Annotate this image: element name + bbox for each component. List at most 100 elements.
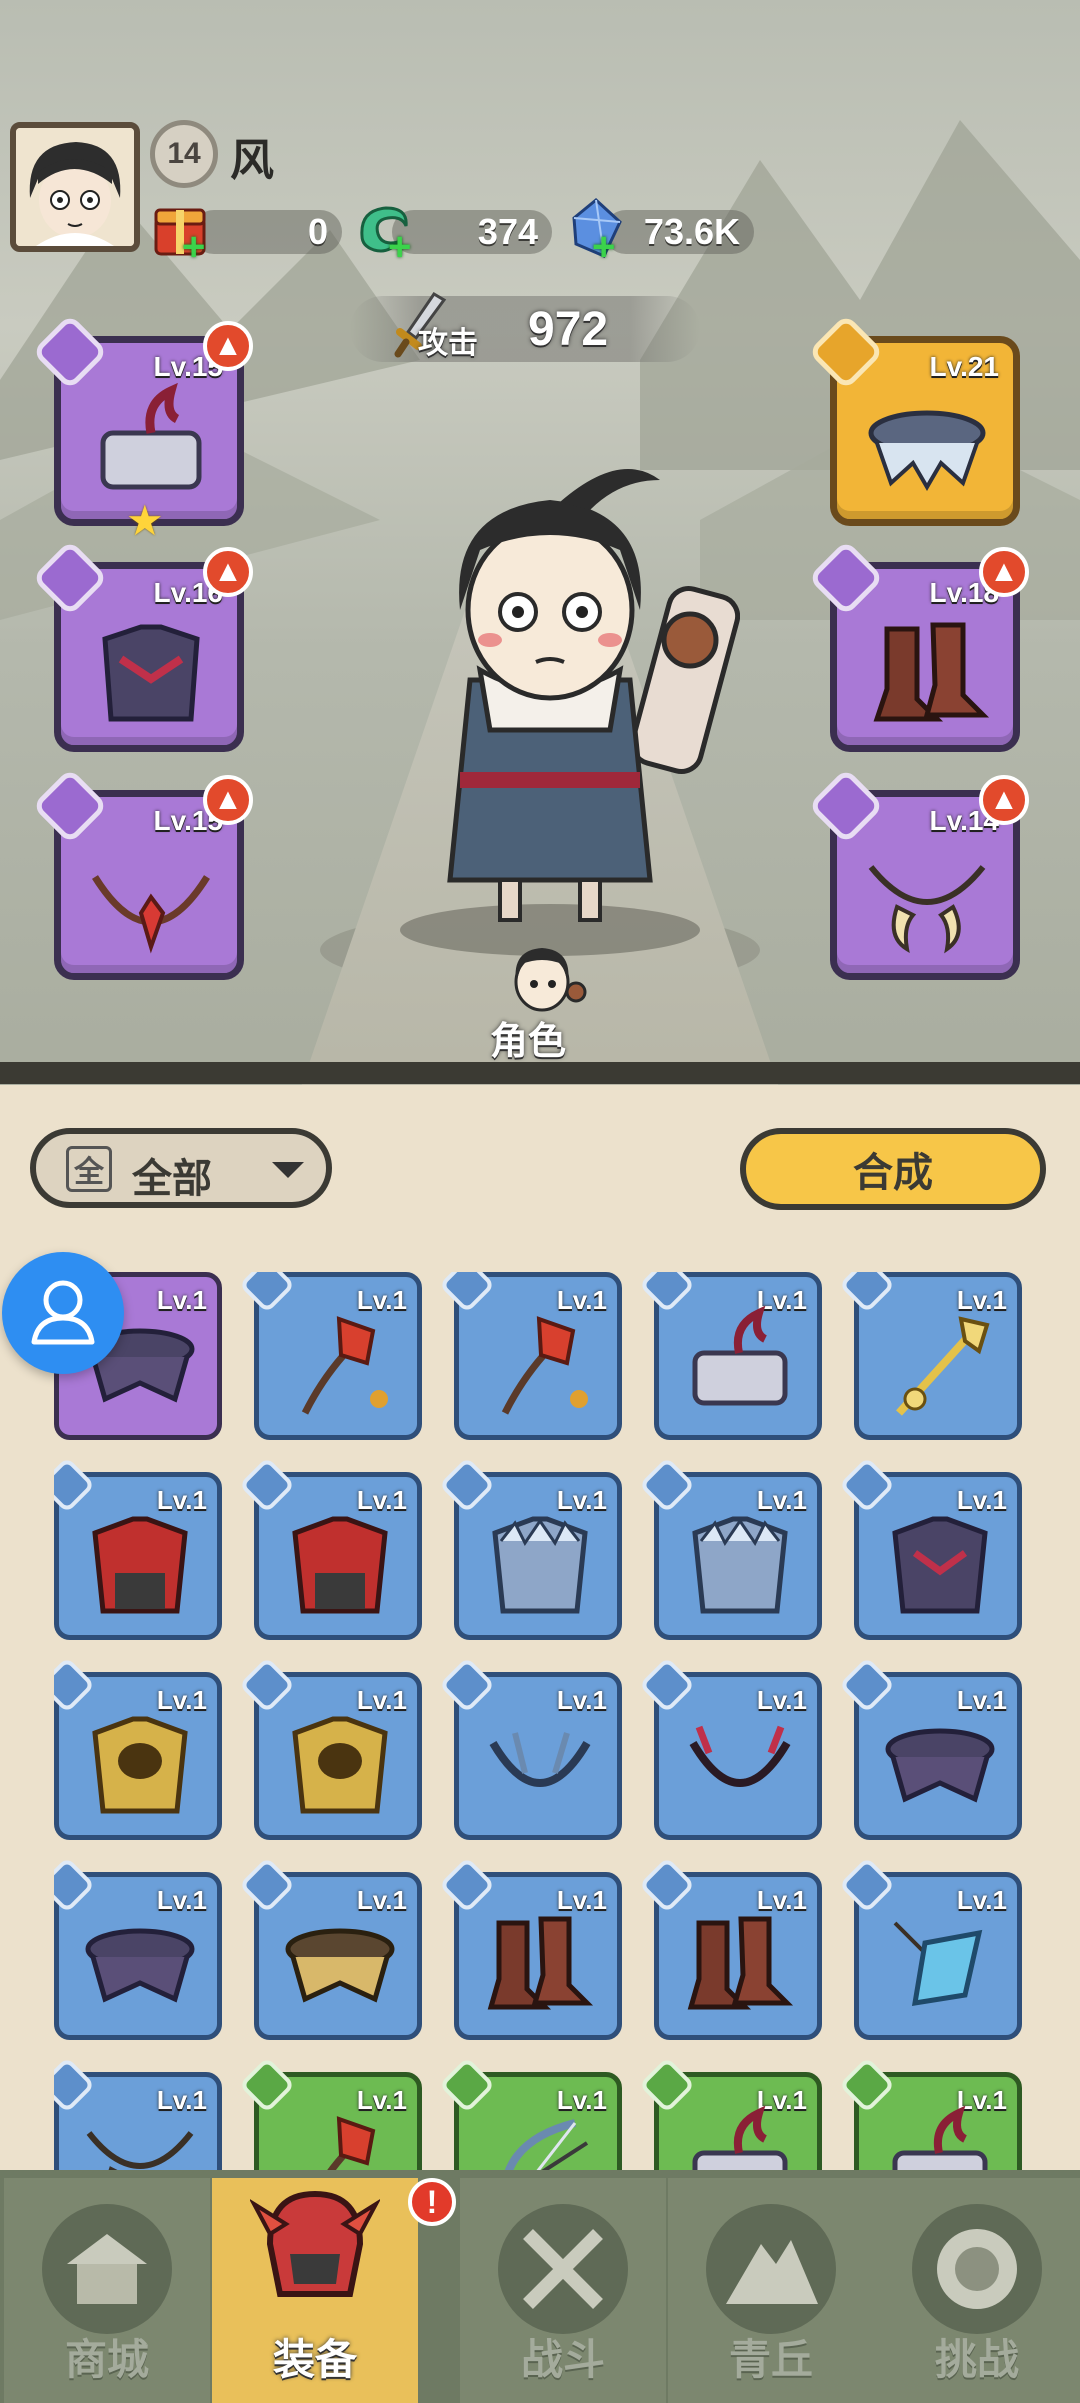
inventory-item[interactable]: Lv.1	[238, 1656, 422, 1840]
nav-qingqiu[interactable]: 青丘	[668, 2178, 874, 2403]
nav-shop[interactable]: 商城	[4, 2178, 210, 2403]
mountain-icon	[706, 2204, 836, 2334]
upgrade-arrow-icon: ▲	[203, 775, 253, 825]
equip-slot-boots[interactable]: Lv.18 ▲	[807, 539, 1029, 752]
nav-label: 挑战	[934, 2336, 1019, 2383]
inventory-item[interactable]: Lv.1	[838, 2056, 1022, 2172]
claw-necklace-icon	[868, 865, 986, 954]
shop-icon	[42, 2204, 172, 2334]
nav-challenge[interactable]: 挑战	[874, 2178, 1080, 2403]
hero-character[interactable]	[360, 440, 740, 960]
ice-armor-icon	[492, 1516, 588, 1614]
inventory-item[interactable]: Lv.1	[54, 1456, 222, 1640]
player-name: 风	[230, 136, 274, 185]
inventory-grid: Lv.1 Lv.1 Lv.1 Lv.1 Lv.1 Lv.1 Lv.1 Lv.1 Lv.1 Lv.1…	[54, 1272, 1034, 2172]
add-jade-icon[interactable]: +	[388, 227, 418, 267]
inventory-item[interactable]: Lv.1	[238, 2056, 422, 2172]
dark-necklace-icon	[489, 1732, 591, 1787]
filter-all-icon: 全	[66, 1146, 112, 1192]
inventory-item[interactable]: Lv.1	[638, 2056, 822, 2172]
inventory-item[interactable]: Lv.1	[438, 1456, 622, 1640]
upgrade-arrow-icon: ▲	[203, 547, 253, 597]
add-gift-icon[interactable]: +	[182, 227, 212, 267]
inventory-item[interactable]: Lv.1	[638, 1456, 822, 1640]
filter-label: 全部	[132, 1157, 212, 1201]
character-tab-icon[interactable]	[496, 932, 588, 1022]
upgrade-arrow-icon: ▲	[203, 321, 253, 371]
attack-label: 攻击	[418, 327, 478, 360]
inventory-item[interactable]: Lv.1	[54, 2056, 222, 2172]
filter-dropdown[interactable]: 全 全部	[30, 1128, 332, 1208]
boots-icon	[687, 1916, 794, 2010]
add-crystal-icon[interactable]: +	[592, 227, 622, 267]
red-armor-icon	[292, 1516, 388, 1614]
nav-label: 青丘	[728, 2336, 813, 2383]
inventory-item[interactable]: Lv.1	[638, 1272, 822, 1440]
dark-armor-icon	[892, 1516, 988, 1614]
belt-icon	[868, 410, 986, 491]
scene-divider	[0, 1062, 1080, 1084]
upgrade-arrow-icon: ▲	[979, 775, 1029, 825]
hammer-icon	[692, 2105, 788, 2172]
hammer-icon	[692, 1305, 788, 1406]
helmet-icon	[248, 2190, 382, 2334]
boots-icon	[873, 622, 990, 722]
inventory-item[interactable]: Lv.1	[438, 1856, 622, 2040]
inventory-item[interactable]: Lv.1	[54, 1656, 222, 1840]
gold-belt-icon	[285, 1928, 395, 2003]
inventory-item[interactable]: Lv.1	[438, 1272, 622, 1440]
combine-button[interactable]: 合成	[740, 1128, 1046, 1210]
attack-value: 972	[528, 303, 609, 356]
bow-icon	[504, 2119, 589, 2172]
inventory-item[interactable]: Lv.1	[838, 1856, 1022, 2040]
claws-icon	[86, 2131, 194, 2172]
crossed-swords-icon	[498, 2204, 628, 2334]
slot-level: Lv.21	[929, 351, 999, 382]
equip-slot-belt[interactable]: Lv.21	[807, 313, 1020, 526]
nav-label: 商城	[64, 2336, 149, 2383]
inventory-item[interactable]: Lv.1	[638, 1856, 822, 2040]
character-scene: 14 风 0 + 374 + 73.6K + 攻击 972 Lv.15 ▲ ★ …	[0, 0, 1080, 1085]
armor-icon	[102, 624, 200, 722]
nav-label: 战斗	[520, 2336, 605, 2383]
belt-icon	[885, 1728, 995, 1803]
inventory-item[interactable]: Lv.1	[438, 2056, 622, 2172]
necklace-icon	[92, 875, 210, 954]
challenge-orb-icon	[912, 2204, 1042, 2334]
star-icon: ★	[126, 497, 164, 544]
inventory-item[interactable]: Lv.1	[54, 1856, 222, 2040]
belt-icon	[85, 1928, 195, 2003]
inventory-item[interactable]: Lv.1	[238, 1272, 422, 1440]
equipment-alert-badge: !	[408, 2178, 456, 2226]
inventory-item[interactable]: Lv.1	[638, 1656, 822, 1840]
floating-user-button[interactable]	[2, 1252, 124, 1374]
inventory-item[interactable]: Lv.1	[838, 1456, 1022, 1640]
equip-slot-ring[interactable]: Lv.14 ▲	[807, 767, 1029, 980]
flower-staff-icon	[325, 2116, 376, 2172]
flower-staff-icon	[501, 1316, 588, 1415]
equip-slot-accessory[interactable]: Lv.15 ▲	[31, 767, 253, 980]
gold-armor-icon	[292, 1716, 388, 1814]
red-necklace-icon	[689, 1725, 791, 1787]
player-level-badge: 14	[150, 120, 218, 188]
nav-battle[interactable]: 战斗	[460, 2178, 666, 2403]
golden-staff-icon	[896, 1316, 990, 1416]
inventory-item[interactable]: Lv.1	[438, 1656, 622, 1840]
inventory-item[interactable]: Lv.1	[838, 1272, 1022, 1440]
flower-staff-icon	[301, 1316, 388, 1415]
hammer-icon	[100, 383, 202, 490]
gold-armor-icon	[92, 1716, 188, 1814]
character-tab-label[interactable]: 角色	[490, 1010, 566, 1065]
equip-slot-armor[interactable]: Lv.16 ▲	[31, 539, 253, 752]
chevron-down-icon	[272, 1162, 304, 1178]
resource-gift-amount: 0	[192, 210, 342, 254]
nav-equipment[interactable]: 装备	[212, 2178, 418, 2403]
player-avatar[interactable]	[10, 122, 140, 252]
inventory-item[interactable]: Lv.1	[838, 1656, 1022, 1840]
inventory-item[interactable]: Lv.1	[238, 1856, 422, 2040]
nav-label: 装备	[272, 2336, 357, 2383]
bottom-nav: 商城 装备 战斗 青丘 挑战	[0, 2170, 1080, 2403]
inventory-item[interactable]: Lv.1	[238, 1456, 422, 1640]
user-icon	[31, 1280, 95, 1345]
hammer-icon	[892, 2105, 988, 2172]
